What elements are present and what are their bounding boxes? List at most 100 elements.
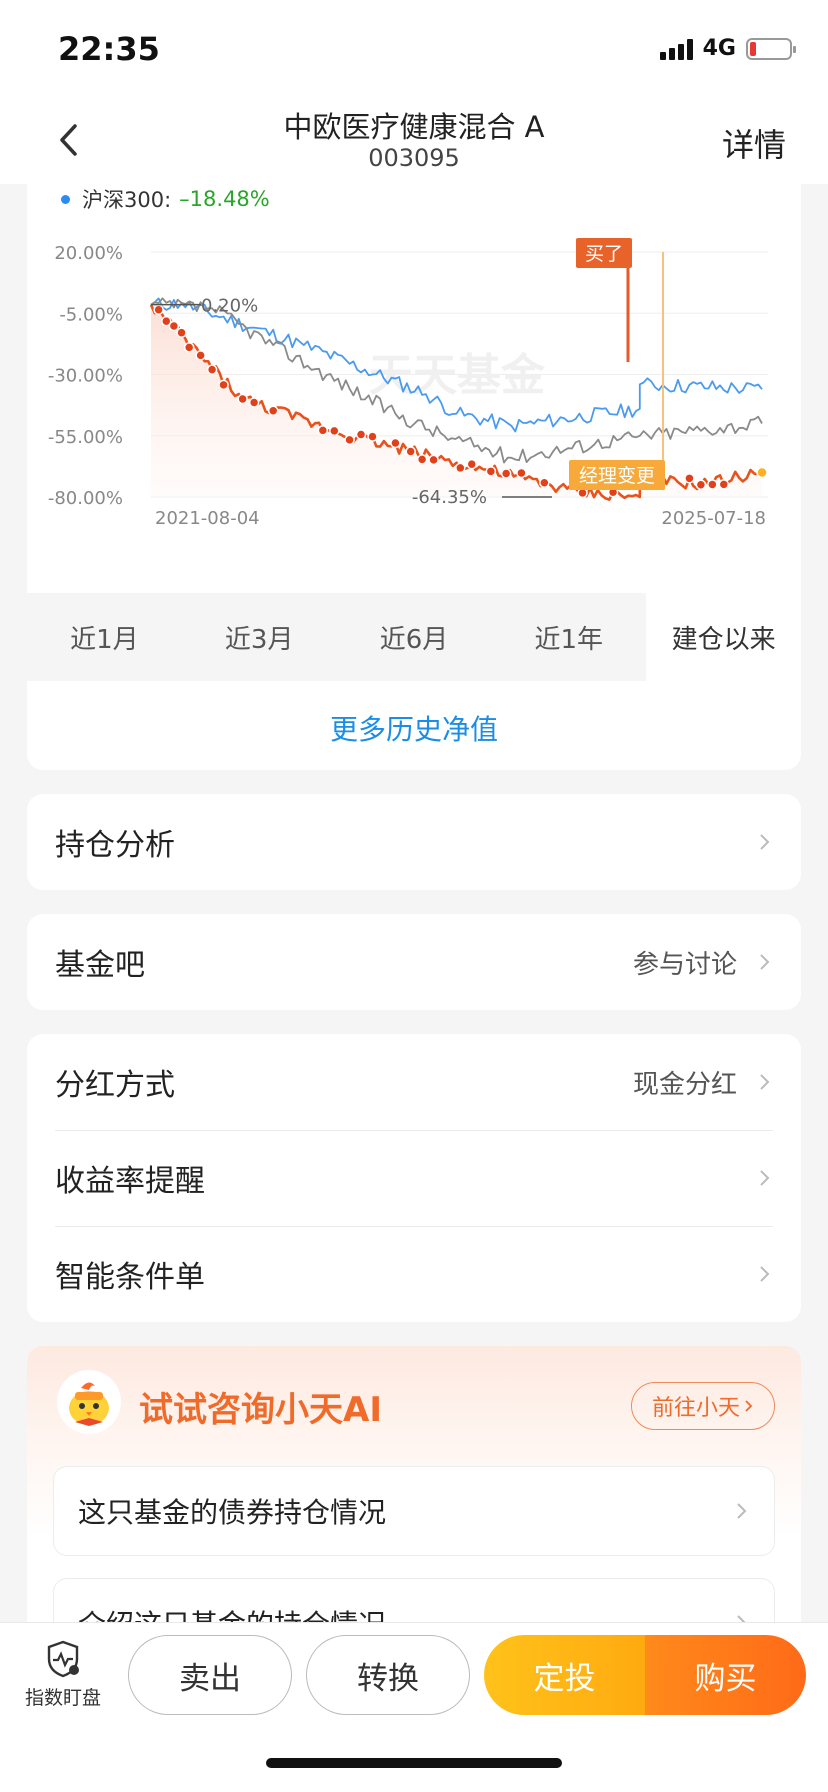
performance-chart-card: 沪深300: –18.48% 20.00% -5.00% -30.00% -55.00… (27, 184, 801, 770)
legend-name: 沪深300: (82, 188, 172, 212)
chart-legend: 沪深300: –18.48% (61, 184, 270, 214)
latest-point (756, 466, 768, 479)
range-tab[interactable]: 近1月 (27, 593, 182, 681)
trade-point (176, 327, 187, 338)
chevron-right-icon (757, 954, 773, 970)
bought-label: 买了 (585, 243, 623, 265)
trade-point (485, 466, 497, 477)
trade-point (317, 425, 329, 436)
trade-point (428, 454, 439, 466)
fund-code: 003095 (368, 144, 460, 172)
trade-point (695, 479, 707, 490)
settings-card: 分红方式 现金分红 收益率提醒 智能条件单 (27, 1034, 801, 1322)
trade-point (718, 479, 730, 490)
x-tick-label: 2025-07-18 (661, 508, 766, 529)
y-tick-label: -5.00% (59, 304, 123, 325)
trade-point (237, 393, 248, 405)
y-tick-label: -30.00% (48, 366, 123, 387)
chevron-right-icon (757, 834, 773, 850)
chevron-right-icon (744, 1394, 754, 1419)
buy-button[interactable]: 购买 (645, 1635, 806, 1715)
trade-point (195, 350, 206, 361)
trade-point (466, 458, 478, 470)
trade-point (455, 462, 466, 474)
y-tick-label: -80.00% (48, 488, 123, 509)
trade-point (267, 405, 279, 417)
chevron-right-icon (757, 1074, 773, 1090)
legend-value: –18.48% (179, 187, 270, 211)
ai-title: 试试咨询小天AI (139, 1390, 382, 1430)
forum-label: 基金吧 (55, 948, 145, 983)
trade-point (416, 454, 428, 465)
range-tab[interactable]: 近6月 (336, 593, 492, 681)
more-history-link[interactable]: 更多历史净值 (27, 708, 801, 748)
convert-button[interactable]: 转换 (306, 1635, 470, 1715)
trade-point (367, 431, 378, 442)
buy-button-group: 定投 购买 (484, 1635, 806, 1715)
sell-button[interactable]: 卖出 (128, 1635, 292, 1715)
trade-point (500, 468, 512, 479)
trade-point (355, 429, 367, 440)
status-time: 22:35 (58, 30, 160, 68)
trade-point (405, 446, 416, 457)
goto-ai-button[interactable]: 前往小天 (630, 1382, 775, 1430)
shield-pulse-icon (47, 1640, 79, 1678)
yield-alert-row[interactable]: 收益率提醒 (27, 1130, 801, 1226)
smart-order-label: 智能条件单 (55, 1260, 205, 1295)
holdings-card[interactable]: 持仓分析 (27, 794, 801, 890)
chevron-right-icon (757, 1266, 773, 1282)
fund-title: 中欧医疗健康混合 A (283, 110, 545, 144)
range-tabs: 近1月 近3月 近6月 近1年 建仓以来 (27, 593, 801, 681)
trade-point (153, 304, 164, 315)
index-monitor-button[interactable]: 指数盯盘 (22, 1639, 104, 1710)
holdings-row[interactable]: 持仓分析 (27, 794, 801, 890)
forum-row[interactable]: 基金吧 参与讨论 (27, 914, 801, 1010)
trade-point (684, 473, 695, 484)
chick-mascot-icon (57, 1370, 121, 1434)
auto-invest-button[interactable]: 定投 (484, 1635, 645, 1715)
forum-value: 参与讨论 (632, 949, 737, 980)
trade-point (183, 342, 195, 353)
status-indicators: 4G (659, 36, 796, 61)
range-tab[interactable]: 近1年 (491, 593, 647, 681)
home-indicator[interactable] (266, 1758, 562, 1768)
detail-button[interactable]: 详情 (722, 120, 786, 166)
y-tick-label: -55.00% (48, 427, 123, 448)
dividend-label: 分红方式 (55, 1068, 175, 1103)
chevron-right-icon (734, 1503, 750, 1519)
dividend-value: 现金分红 (632, 1069, 737, 1100)
trade-point (206, 364, 218, 375)
smart-order-row[interactable]: 智能条件单 (27, 1226, 801, 1322)
nav-bar: 中欧医疗健康混合 A 003095 详情 (0, 96, 828, 184)
trade-point (516, 467, 527, 479)
status-bar: 22:35 4G (0, 0, 828, 96)
performance-chart[interactable]: 20.00% -5.00% -30.00% -55.00% -80.00% 2021-08… (27, 212, 801, 592)
dividend-row[interactable]: 分红方式 现金分红 (27, 1034, 801, 1130)
trade-point (539, 477, 550, 489)
trade-point (168, 320, 180, 332)
watermark: 天天基金 (369, 350, 546, 401)
trade-point (707, 479, 718, 490)
battery-icon (746, 37, 796, 60)
ai-question-item[interactable]: 这只基金的债券持仓情况 (53, 1466, 775, 1556)
index-monitor-label: 指数盯盘 (24, 1687, 101, 1709)
chevron-right-icon (757, 1170, 773, 1186)
trade-point (344, 434, 355, 446)
trade-point (248, 397, 260, 408)
yield-alert-label: 收益率提醒 (55, 1164, 205, 1199)
legend-dot (61, 194, 70, 204)
trade-point (329, 425, 340, 437)
min-annotation: -64.35% (412, 487, 487, 508)
network-label: 4G (702, 36, 736, 61)
range-tab[interactable]: 建仓以来 (646, 593, 801, 681)
forum-card[interactable]: 基金吧 参与讨论 (27, 914, 801, 1010)
range-tab[interactable]: 近3月 (181, 593, 337, 681)
signal-icon (659, 38, 693, 60)
ai-assistant-card: 试试咨询小天AI 前往小天 这只基金的债券持仓情况 介绍这只基金的持仓情况 (27, 1346, 801, 1666)
y-tick-label: 20.00% (54, 243, 123, 264)
trade-point (390, 437, 401, 449)
goto-ai-label: 前往小天 (651, 1396, 740, 1421)
max-annotation: 0.20% (201, 296, 258, 317)
holdings-label: 持仓分析 (55, 828, 175, 863)
ai-question-text: 这只基金的债券持仓情况 (78, 1496, 387, 1529)
